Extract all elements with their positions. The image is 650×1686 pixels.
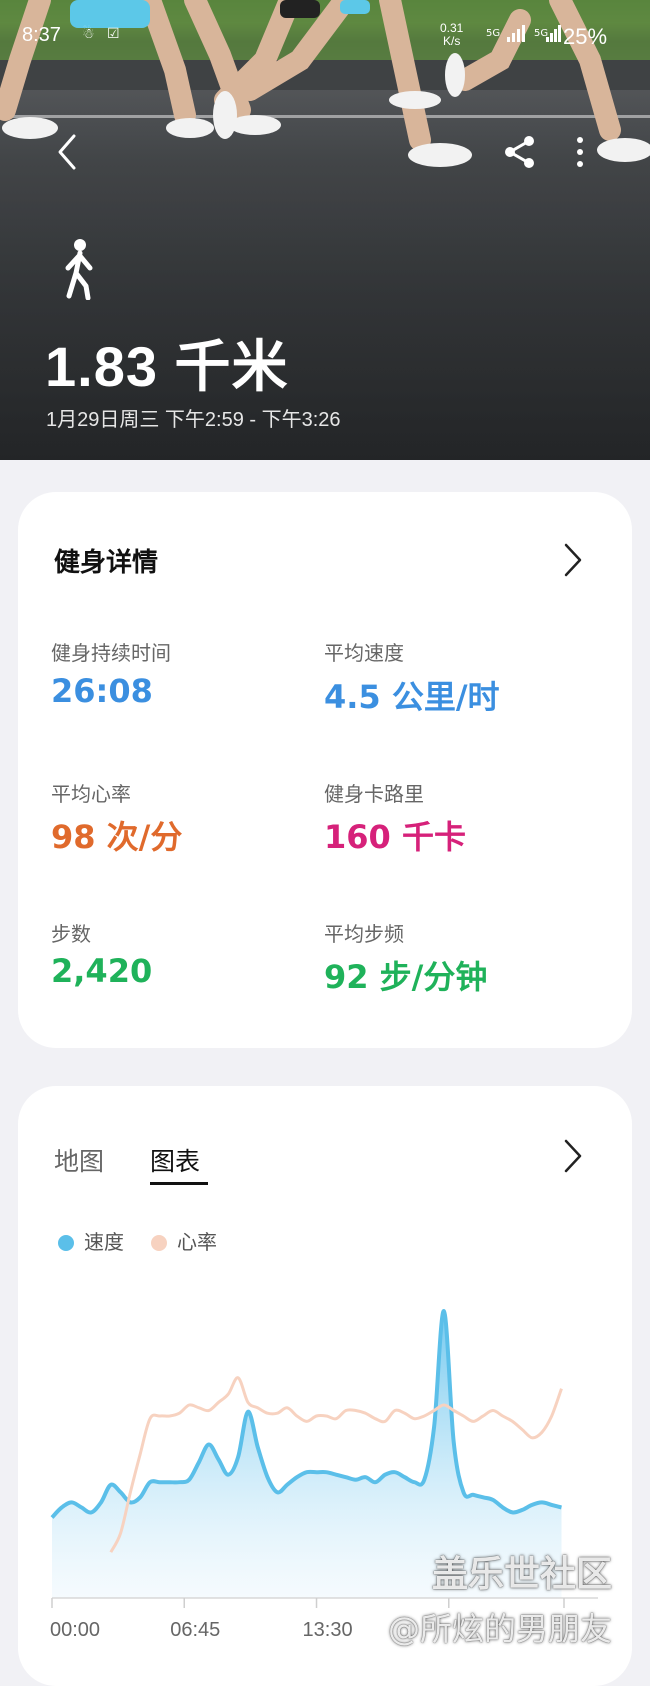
metric-value-avg-heart-rate: 98 次/分 xyxy=(51,818,183,856)
metric-label-cadence: 平均步频 xyxy=(324,922,404,946)
share-icon[interactable] xyxy=(502,134,538,170)
metric-value-calories: 160 千卡 xyxy=(324,818,466,856)
distance-value: 1.83 千米 xyxy=(45,335,289,398)
network-type-1: 5G xyxy=(486,28,501,39)
status-bar: 8:37 ☃ ☑ 0.31 K/s 5G 5G 25% xyxy=(0,22,650,52)
metric-value-avg-speed: 4.5 公里/时 xyxy=(324,678,500,716)
notification-icons: ☃ ☑ xyxy=(82,26,124,42)
signal-icon xyxy=(546,25,561,42)
workout-details-card: 健身详情 健身持续时间 26:08 平均速度 4.5 公里/时 平均心率 98 … xyxy=(18,492,632,1048)
workout-datetime: 1月29日周三 下午2:59 - 下午3:26 xyxy=(46,409,341,431)
chevron-right-icon[interactable] xyxy=(562,542,584,578)
back-arrow-icon[interactable] xyxy=(52,132,88,172)
metric-value-steps: 2,420 xyxy=(51,952,153,990)
watermark-community: 盖乐世社区 xyxy=(432,1554,613,1595)
signal-icon xyxy=(507,25,525,42)
battery-level: 25% xyxy=(563,24,608,49)
walking-person-icon xyxy=(65,239,93,300)
status-time: 8:37 xyxy=(22,24,61,46)
watermark-user: @所炫的男朋友 xyxy=(388,1610,613,1648)
metric-label-calories: 健身卡路里 xyxy=(324,782,424,806)
network-speed-unit: K/s xyxy=(443,34,461,48)
network-speed-value: 0.31 xyxy=(440,21,464,35)
metric-value-cadence: 92 步/分钟 xyxy=(324,958,488,996)
x-tick-label: 06:45 xyxy=(170,1619,220,1641)
metric-label-duration: 健身持续时间 xyxy=(51,641,171,665)
metric-value-duration: 26:08 xyxy=(51,672,153,710)
more-options-icon[interactable] xyxy=(568,134,592,170)
metric-label-avg-speed: 平均速度 xyxy=(324,641,404,665)
details-title: 健身详情 xyxy=(54,548,159,578)
metric-label-avg-heart-rate: 平均心率 xyxy=(51,782,131,806)
metric-label-steps: 步数 xyxy=(51,922,91,946)
hero-banner: 8:37 ☃ ☑ 0.31 K/s 5G 5G 25% 1.83 千米 1月29… xyxy=(0,0,650,460)
x-tick-label: 13:30 xyxy=(303,1619,353,1641)
network-speed: 0.31 K/s xyxy=(440,22,463,48)
x-tick-label: 00:00 xyxy=(50,1619,100,1641)
